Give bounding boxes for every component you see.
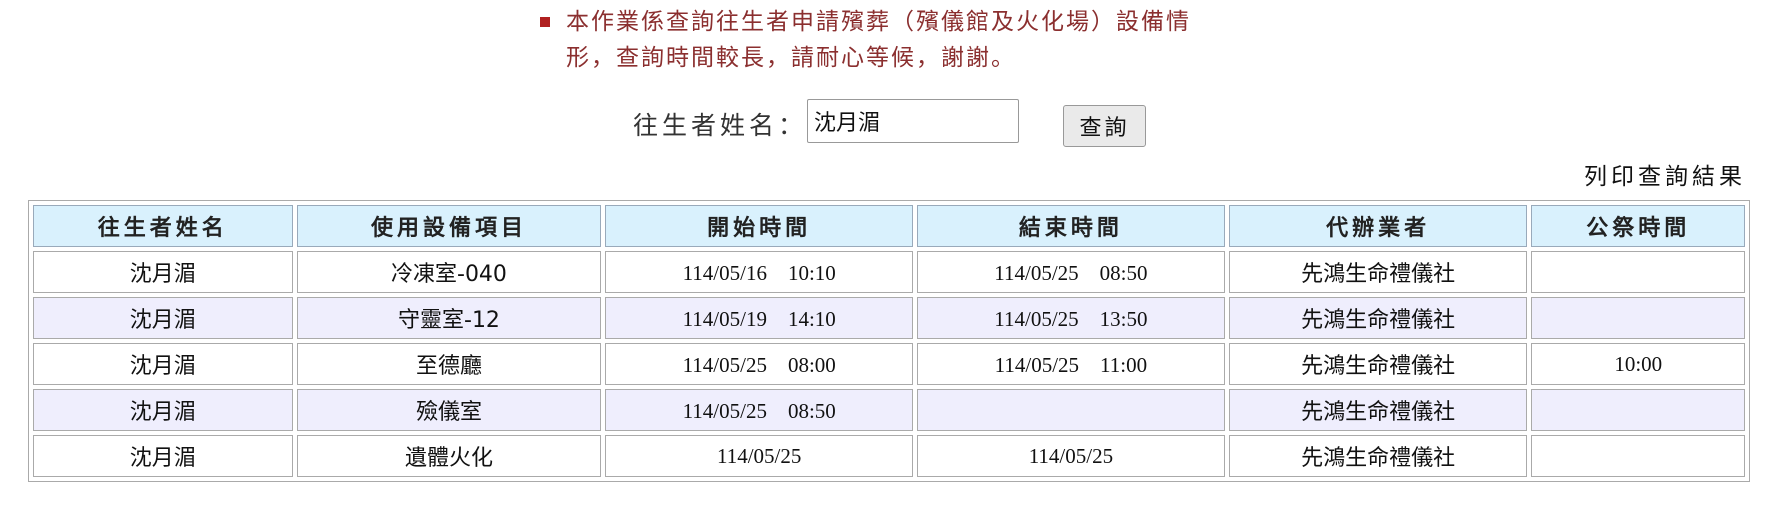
cell-end: 114/05/25 11:00 bbox=[917, 343, 1225, 385]
col-header-agent: 代辦業者 bbox=[1228, 205, 1528, 247]
notice-line-2: 形，查詢時間較長，請耐心等候，謝謝。 bbox=[566, 45, 1016, 71]
cell-name: 沈月湄 bbox=[33, 251, 293, 293]
table-header-row: 往生者姓名 使用設備項目 開始時間 結束時間 代辦業者 公祭時間 bbox=[33, 205, 1745, 247]
search-button[interactable]: 查詢 bbox=[1063, 105, 1146, 147]
cell-agent: 先鴻生命禮儀社 bbox=[1228, 435, 1528, 477]
cell-start: 114/05/25 08:00 bbox=[605, 343, 914, 385]
deceased-name-label: 往生者姓名： bbox=[633, 111, 808, 140]
cell-name: 沈月湄 bbox=[33, 435, 293, 477]
cell-agent: 先鴻生命禮儀社 bbox=[1228, 389, 1528, 431]
print-results-link[interactable]: 列印查詢結果 bbox=[1584, 157, 1746, 191]
notice-line-1: 本作業係查詢往生者申請殯葬（殯儀館及火化場）設備情 bbox=[566, 9, 1191, 35]
notice: 本作業係查詢往生者申請殯葬（殯儀館及火化場）設備情 形，查詢時間較長，請耐心等候… bbox=[534, 4, 1254, 76]
search-form: 往生者姓名： 查詢 bbox=[0, 99, 1772, 147]
col-header-name: 往生者姓名 bbox=[33, 205, 293, 247]
cell-end: 114/05/25 bbox=[917, 435, 1225, 477]
cell-end: 114/05/25 13:50 bbox=[917, 297, 1225, 339]
table-row: 沈月湄 守靈室-12 114/05/19 14:10 114/05/25 13:… bbox=[33, 297, 1745, 339]
table-row: 沈月湄 冷凍室-040 114/05/16 10:10 114/05/25 08… bbox=[33, 251, 1745, 293]
bullet-square-icon bbox=[540, 17, 550, 27]
cell-ceremony bbox=[1531, 297, 1745, 339]
cell-agent: 先鴻生命禮儀社 bbox=[1228, 297, 1528, 339]
table-row: 沈月湄 遺體火化 114/05/25 114/05/25 先鴻生命禮儀社 bbox=[33, 435, 1745, 477]
cell-item: 冷凍室-040 bbox=[296, 251, 602, 293]
cell-name: 沈月湄 bbox=[33, 343, 293, 385]
cell-agent: 先鴻生命禮儀社 bbox=[1228, 251, 1528, 293]
cell-end bbox=[917, 389, 1225, 431]
cell-item: 守靈室-12 bbox=[296, 297, 602, 339]
cell-ceremony bbox=[1531, 435, 1745, 477]
cell-name: 沈月湄 bbox=[33, 389, 293, 431]
deceased-name-input[interactable] bbox=[807, 99, 1019, 143]
col-header-end: 結束時間 bbox=[917, 205, 1225, 247]
cell-end: 114/05/25 08:50 bbox=[917, 251, 1225, 293]
cell-ceremony: 10:00 bbox=[1531, 343, 1745, 385]
col-header-item: 使用設備項目 bbox=[296, 205, 602, 247]
cell-start: 114/05/25 bbox=[605, 435, 914, 477]
table-row: 沈月湄 殮儀室 114/05/25 08:50 先鴻生命禮儀社 bbox=[33, 389, 1745, 431]
cell-item: 殮儀室 bbox=[296, 389, 602, 431]
table-row: 沈月湄 至德廳 114/05/25 08:00 114/05/25 11:00 … bbox=[33, 343, 1745, 385]
cell-item: 至德廳 bbox=[296, 343, 602, 385]
cell-name: 沈月湄 bbox=[33, 297, 293, 339]
cell-ceremony bbox=[1531, 389, 1745, 431]
cell-start: 114/05/25 08:50 bbox=[605, 389, 914, 431]
cell-item: 遺體火化 bbox=[296, 435, 602, 477]
results-table: 往生者姓名 使用設備項目 開始時間 結束時間 代辦業者 公祭時間 沈月湄 冷凍室… bbox=[28, 200, 1750, 482]
cell-ceremony bbox=[1531, 251, 1745, 293]
cell-start: 114/05/19 14:10 bbox=[605, 297, 914, 339]
cell-agent: 先鴻生命禮儀社 bbox=[1228, 343, 1528, 385]
cell-start: 114/05/16 10:10 bbox=[605, 251, 914, 293]
col-header-start: 開始時間 bbox=[605, 205, 914, 247]
col-header-ceremony: 公祭時間 bbox=[1531, 205, 1745, 247]
